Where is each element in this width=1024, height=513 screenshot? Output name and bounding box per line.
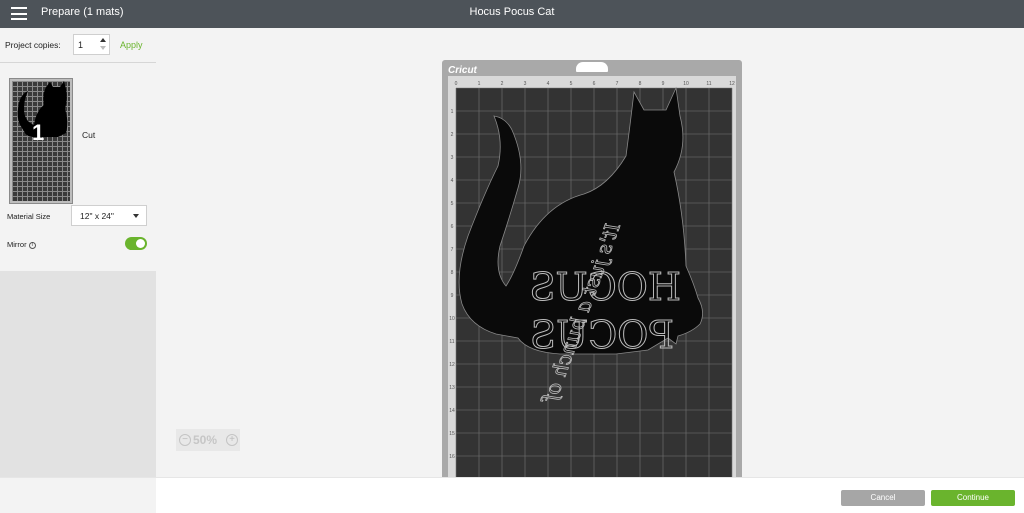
mat-thumbnail-grid: 1 bbox=[12, 81, 70, 201]
ruler-top-label: 6 bbox=[593, 81, 596, 87]
ruler-top-label: 3 bbox=[524, 81, 527, 87]
zoom-control: − 50% + bbox=[176, 429, 240, 451]
sidebar: Project copies: 1 Apply 1 Cut Material S… bbox=[0, 28, 156, 477]
material-size-value: 12" x 24" bbox=[80, 211, 114, 221]
app-header: Prepare (1 mats) Hocus Pocus Cat bbox=[0, 0, 1024, 28]
ruler-top-label: 1 bbox=[478, 81, 481, 87]
stepper-up-icon[interactable] bbox=[100, 38, 106, 42]
ruler-left-label: 13 bbox=[449, 385, 455, 391]
toggle-knob bbox=[136, 239, 145, 248]
mat-grid: 0 1 2 3 4 5 6 7 8 9 10 11 12 12345678910111213141516… bbox=[448, 76, 736, 477]
mat-type-label: Cut bbox=[82, 130, 96, 140]
ruler-left-label: 12 bbox=[449, 362, 455, 368]
mat-handle bbox=[576, 62, 608, 72]
ruler-left-label: 7 bbox=[451, 247, 454, 253]
project-copies-value: 1 bbox=[78, 40, 84, 50]
ruler-top-label: 5 bbox=[570, 81, 573, 87]
stepper-down-icon[interactable] bbox=[100, 46, 106, 50]
cutting-mat: Cricut 0 1 2 3 4 5 6 7 8 9 10 11 12 1 2 3 4 5 6 7 8 9 10 11 12 1… bbox=[442, 60, 742, 477]
ruler-left-label: 6 bbox=[451, 224, 454, 230]
ruler-left-label: 14 bbox=[449, 408, 455, 414]
ruler-left-label: 10 bbox=[449, 316, 455, 322]
mat-list: 1 Cut Material Size 12" x 24" Mirror i bbox=[0, 63, 156, 271]
footer-sidebar-area bbox=[0, 478, 156, 513]
ruler-left-label: 3 bbox=[451, 155, 454, 161]
ruler-left-label: 11 bbox=[449, 339, 454, 345]
mirror-label: Mirror i bbox=[7, 240, 36, 249]
design-line-2: HOCUS bbox=[530, 265, 681, 309]
cricut-logo: Cricut bbox=[448, 65, 477, 76]
ruler-top-label: 7 bbox=[616, 81, 619, 87]
chevron-down-icon bbox=[133, 214, 139, 218]
ruler-top-label: 0 bbox=[455, 81, 458, 87]
continue-button[interactable]: Continue bbox=[931, 490, 1015, 506]
footer: Cancel Continue bbox=[0, 477, 1024, 513]
material-size-select[interactable]: 12" x 24" bbox=[71, 205, 147, 226]
mat-number: 1 bbox=[32, 120, 45, 145]
zoom-out-icon[interactable]: − bbox=[179, 434, 191, 446]
ruler-left-label: 4 bbox=[451, 178, 454, 184]
ruler-left-label: 16 bbox=[449, 454, 455, 460]
material-size-label: Material Size bbox=[7, 212, 51, 221]
ruler-left-label: 2 bbox=[451, 132, 454, 138]
ruler-left-label: 9 bbox=[451, 293, 454, 299]
mirror-toggle[interactable] bbox=[125, 237, 147, 250]
copies-stepper[interactable] bbox=[99, 37, 107, 52]
design-line-3: POCUS bbox=[530, 313, 674, 357]
ruler-top-label: 4 bbox=[547, 81, 550, 87]
project-copies-input[interactable]: 1 bbox=[73, 34, 110, 55]
apply-button[interactable]: Apply bbox=[120, 40, 143, 50]
mirror-label-text: Mirror bbox=[7, 240, 27, 249]
ruler-top-label: 9 bbox=[662, 81, 665, 87]
ruler-top-label: 2 bbox=[501, 81, 504, 87]
ruler-top-label: 11 bbox=[706, 81, 711, 87]
mat-preview-canvas: Cricut 0 1 2 3 4 5 6 7 8 9 10 11 12 1 2 3 4 5 6 7 8 9 10 11 12 1… bbox=[156, 28, 1024, 477]
project-copies-row: Project copies: 1 Apply bbox=[0, 28, 156, 63]
ruler-top-label: 10 bbox=[683, 81, 689, 87]
ruler-left-label: 15 bbox=[449, 431, 455, 437]
info-icon[interactable]: i bbox=[28, 241, 36, 249]
project-copies-label: Project copies: bbox=[5, 40, 61, 50]
zoom-level: 50% bbox=[193, 433, 218, 447]
ruler-left-label: 8 bbox=[451, 270, 454, 276]
ruler-top-label: 8 bbox=[639, 81, 642, 87]
zoom-in-icon[interactable]: + bbox=[226, 434, 238, 446]
mat-thumbnail[interactable]: 1 bbox=[9, 78, 73, 204]
project-title: Hocus Pocus Cat bbox=[469, 6, 555, 18]
ruler-left-label: 5 bbox=[451, 201, 454, 207]
ruler-left-label: 1 bbox=[451, 109, 454, 115]
cancel-button[interactable]: Cancel bbox=[841, 490, 925, 506]
ruler-top-label: 12 bbox=[729, 81, 735, 87]
